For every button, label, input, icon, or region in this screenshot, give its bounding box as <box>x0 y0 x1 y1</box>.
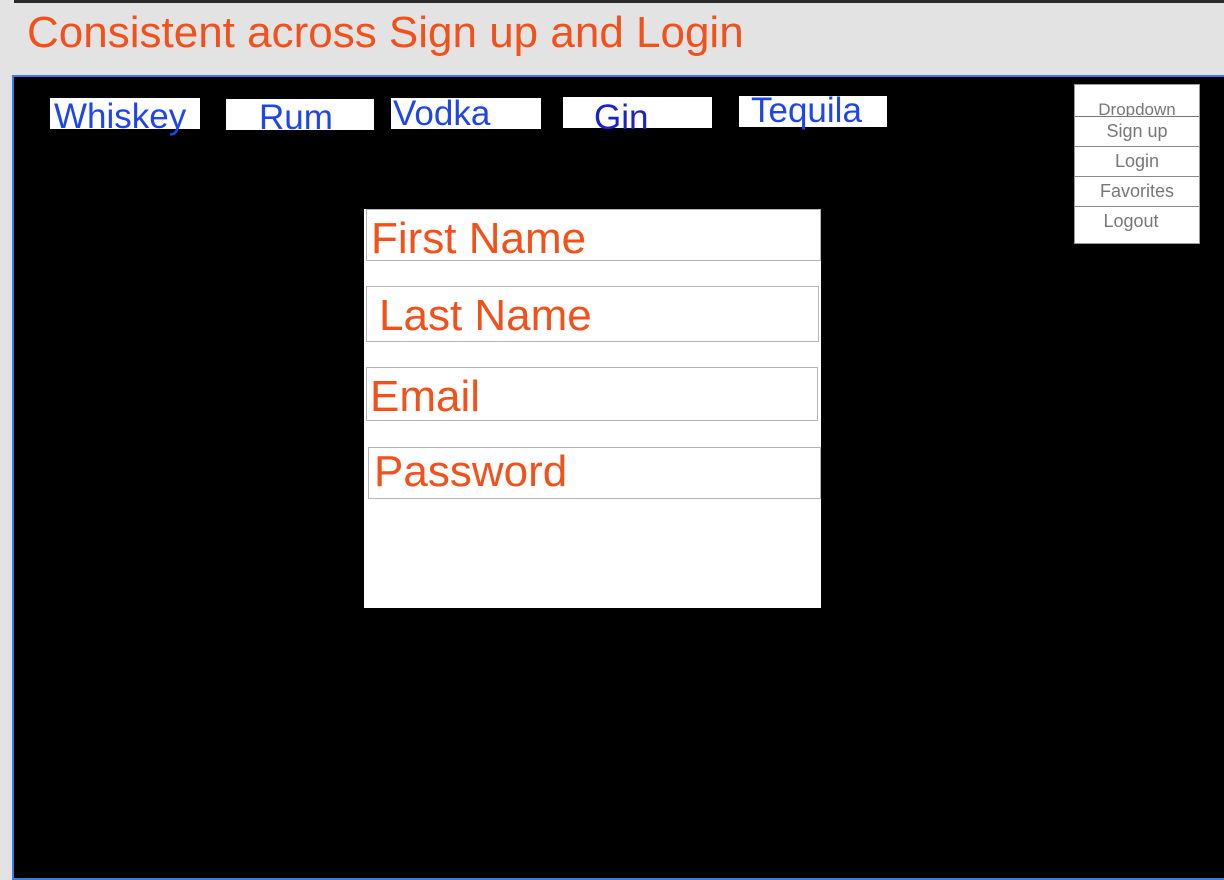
nav-tab-vodka[interactable]: Vodka <box>391 96 541 131</box>
dropdown-item-logout[interactable]: Logout <box>1069 207 1193 236</box>
first-name-field[interactable]: First Name <box>366 209 821 263</box>
account-dropdown: Dropdown Sign up Login Favorites Logout <box>1074 84 1200 244</box>
nav-tab-rum[interactable]: Rum <box>226 99 374 137</box>
page-title: Consistent across Sign up and Login <box>27 8 744 57</box>
top-rule <box>14 0 1224 3</box>
nav-tab-gin[interactable]: Gin <box>563 97 712 137</box>
nav-tab-tequila[interactable]: Tequila <box>739 93 887 128</box>
dropdown-item-sign-up[interactable]: Sign up <box>1075 117 1199 147</box>
dropdown-header[interactable]: Dropdown <box>1075 99 1199 117</box>
dropdown-item-login[interactable]: Login <box>1075 147 1199 177</box>
wireframe-page: Consistent across Sign up and Login Whis… <box>0 0 1224 880</box>
email-field[interactable]: Email <box>366 367 818 421</box>
last-name-field[interactable]: Last Name <box>366 286 819 342</box>
password-field[interactable]: Password <box>368 447 821 499</box>
dropdown-item-favorites[interactable]: Favorites <box>1075 177 1199 207</box>
app-canvas: Whiskey Rum Vodka Gin Tequila Dropdown S… <box>12 75 1224 880</box>
nav-tab-whiskey[interactable]: Whiskey <box>50 98 200 136</box>
signup-form-panel: First Name Last Name Email Password <box>364 209 821 608</box>
